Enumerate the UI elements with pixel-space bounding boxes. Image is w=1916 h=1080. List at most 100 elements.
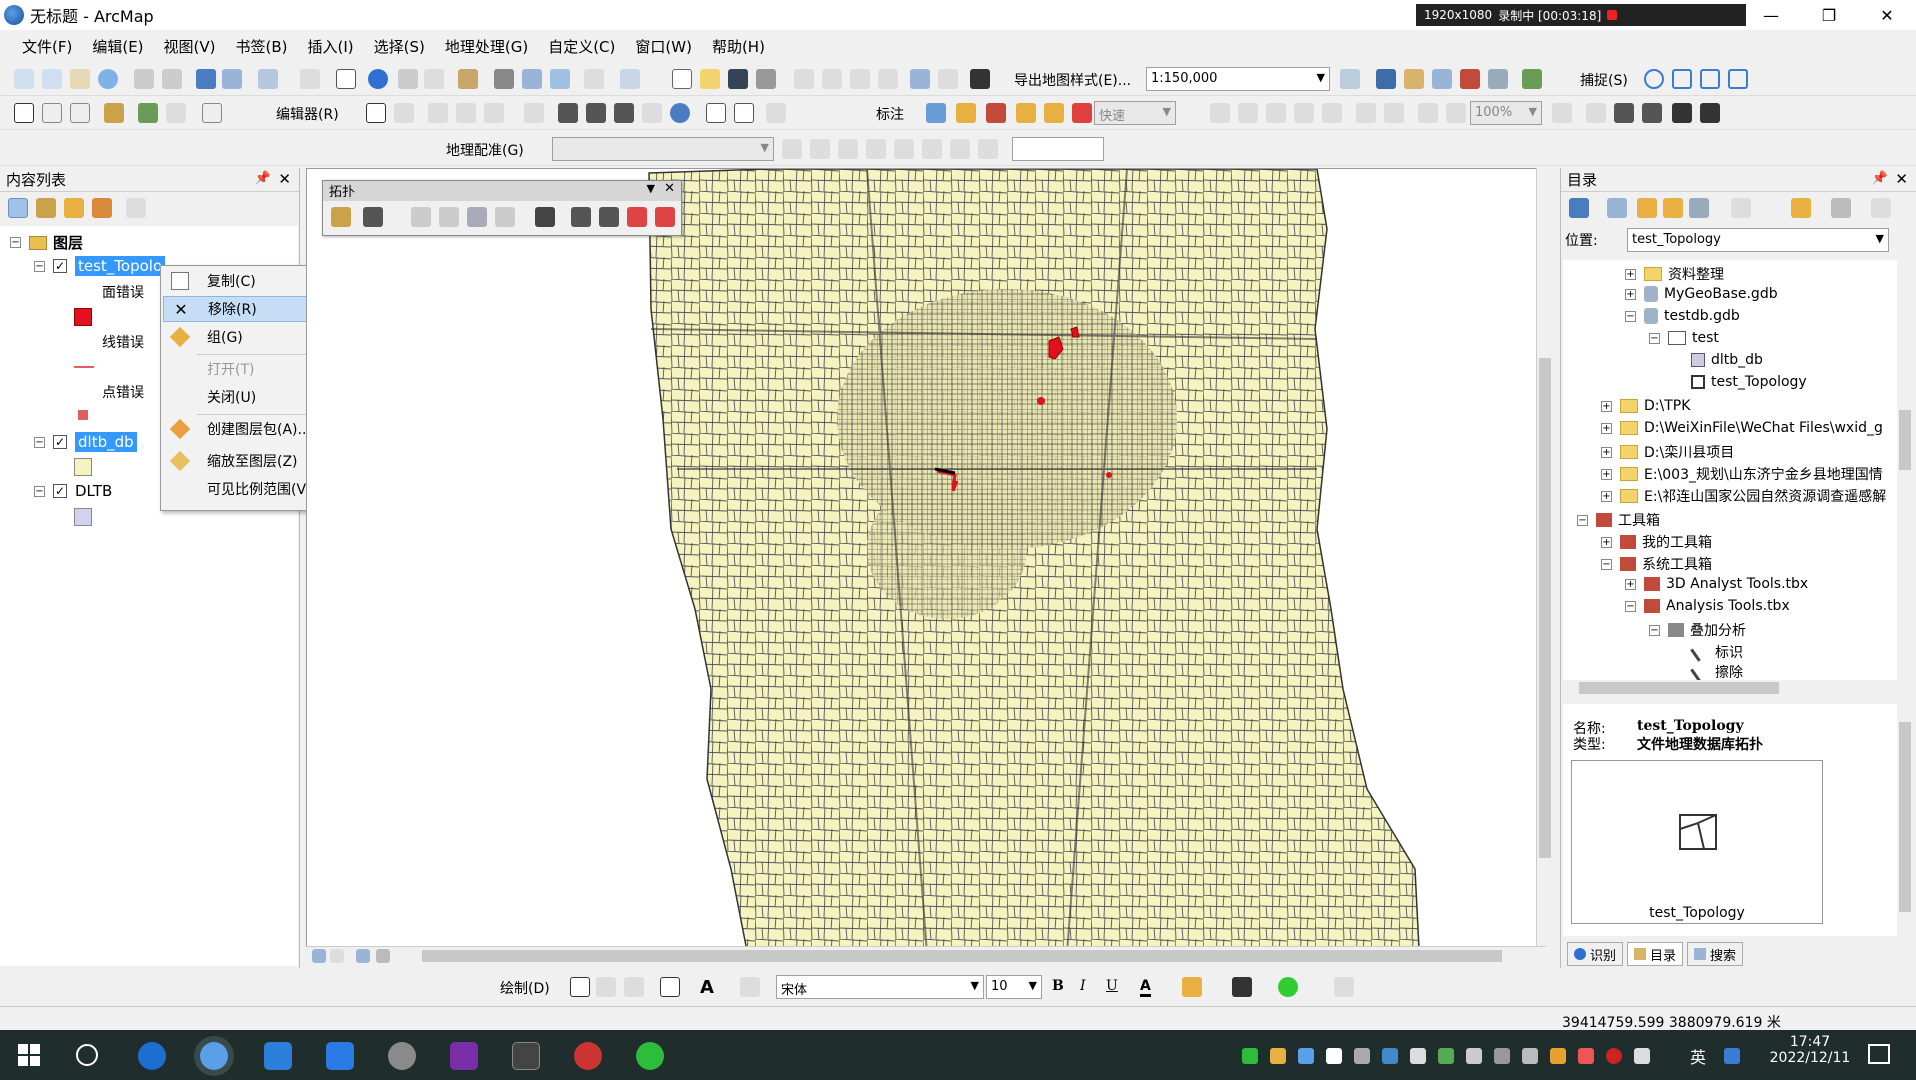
align-edge-icon[interactable] bbox=[495, 207, 515, 227]
topology-error-point[interactable] bbox=[1106, 472, 1112, 478]
find-route-icon[interactable] bbox=[522, 69, 542, 89]
record-tray-icon[interactable] bbox=[1606, 1048, 1622, 1064]
location-combo[interactable]: test_Topology ▼ bbox=[1627, 228, 1889, 252]
identify-icon[interactable] bbox=[368, 69, 388, 89]
catalog-node[interactable]: 标识 bbox=[1690, 642, 1743, 662]
microphone-icon[interactable] bbox=[1634, 1048, 1650, 1064]
collapse-icon[interactable]: − bbox=[34, 260, 45, 272]
close-icon[interactable]: ✕ bbox=[664, 181, 675, 196]
layer-dltb-db[interactable]: − ✓ dltb_db bbox=[34, 432, 137, 452]
fit-to-display-icon[interactable] bbox=[950, 139, 970, 159]
font-color-button[interactable]: A bbox=[1140, 978, 1151, 997]
volume-icon[interactable] bbox=[1466, 1048, 1482, 1064]
georeference-icon[interactable] bbox=[138, 103, 158, 123]
close-icon[interactable]: ✕ bbox=[278, 170, 291, 188]
cut-icon[interactable] bbox=[794, 69, 814, 89]
wechat-tray-icon[interactable] bbox=[1242, 1048, 1258, 1064]
edge-snap-icon[interactable] bbox=[1728, 69, 1748, 89]
georeferencing-menu[interactable]: 地理配准(G) bbox=[446, 140, 524, 160]
underline-button[interactable]: U bbox=[1106, 978, 1118, 994]
rotate-element-icon[interactable] bbox=[596, 977, 616, 997]
link-table-icon[interactable] bbox=[922, 139, 942, 159]
map-topology-icon[interactable] bbox=[331, 207, 351, 227]
tab-search[interactable]: 搜索 bbox=[1687, 942, 1744, 966]
forward-icon[interactable] bbox=[1607, 198, 1627, 218]
close-button[interactable]: ✕ bbox=[1858, 0, 1916, 30]
ime-indicator[interactable]: 英 bbox=[1690, 1044, 1706, 1068]
battery-tray-icon[interactable] bbox=[1410, 1048, 1426, 1064]
error-inspector-icon[interactable] bbox=[655, 207, 675, 227]
arcmap-taskbar-icon[interactable] bbox=[200, 1042, 228, 1070]
back-icon[interactable] bbox=[196, 69, 216, 89]
catalog-node[interactable]: test_Topology bbox=[1691, 374, 1807, 390]
catalog-node[interactable]: − test bbox=[1649, 330, 1719, 346]
georef-value-input[interactable] bbox=[1012, 137, 1104, 161]
catalog-node[interactable]: − 叠加分析 bbox=[1649, 620, 1746, 640]
layer-dltb[interactable]: − ✓ DLTB bbox=[34, 482, 112, 500]
layout-zoom-combo[interactable]: 100% ▼ bbox=[1470, 101, 1542, 125]
home-icon[interactable] bbox=[1663, 198, 1683, 218]
scrollbar-thumb[interactable] bbox=[1899, 410, 1911, 470]
select-arrow-icon[interactable] bbox=[14, 103, 34, 123]
toggle-draft-icon[interactable] bbox=[1552, 103, 1572, 123]
scrollbar-thumb[interactable] bbox=[1579, 682, 1779, 694]
collapse-icon[interactable]: − bbox=[1625, 310, 1636, 322]
delete-icon[interactable] bbox=[878, 69, 898, 89]
add-data-icon[interactable] bbox=[970, 69, 990, 89]
endpoint-arc-icon[interactable] bbox=[456, 103, 476, 123]
pan-page-icon[interactable] bbox=[1266, 103, 1286, 123]
catalog-node[interactable]: + D:\栾川县项目 bbox=[1601, 442, 1734, 462]
editor-menu[interactable]: 编辑器(R) bbox=[276, 104, 339, 124]
menu-customize[interactable]: 自定义(C) bbox=[538, 36, 625, 57]
sketch-icon[interactable] bbox=[104, 103, 124, 123]
mail-icon[interactable] bbox=[326, 1042, 354, 1070]
folder-tray-icon[interactable] bbox=[1270, 1048, 1286, 1064]
catalog-node[interactable]: + MyGeoBase.gdb bbox=[1625, 286, 1778, 302]
open-icon[interactable] bbox=[700, 69, 720, 89]
goto-xy-icon[interactable] bbox=[550, 69, 570, 89]
zoom-out-icon[interactable] bbox=[42, 69, 62, 89]
toggle-tree-icon[interactable] bbox=[1831, 198, 1851, 218]
find-icon[interactable] bbox=[494, 69, 514, 89]
redo-icon[interactable] bbox=[938, 69, 958, 89]
clock[interactable]: 17:47 2022/12/11 bbox=[1760, 1034, 1860, 1066]
bold-button[interactable]: B bbox=[1052, 978, 1064, 994]
validate-topology-icon[interactable] bbox=[535, 207, 555, 227]
data-view-icon[interactable] bbox=[312, 949, 326, 963]
catalog-node[interactable]: dltb_db bbox=[1691, 352, 1763, 368]
italic-button[interactable]: I bbox=[1080, 978, 1086, 994]
map-canvas[interactable] bbox=[307, 169, 1546, 948]
planarize-icon[interactable] bbox=[467, 207, 487, 227]
arctoolbox-icon[interactable] bbox=[1460, 69, 1480, 89]
lock-labels-icon[interactable] bbox=[1016, 103, 1036, 123]
poly-error-swatch[interactable] bbox=[74, 308, 92, 326]
layout-icon[interactable] bbox=[166, 103, 186, 123]
topology-error-point[interactable] bbox=[1037, 397, 1045, 405]
catalog-node[interactable]: + E:\003_规划\山东济宁金乡县地理国情 bbox=[1601, 464, 1883, 484]
view-link-table-icon[interactable] bbox=[894, 139, 914, 159]
catalog-node[interactable]: 擦除 bbox=[1690, 662, 1743, 680]
shadow-icon[interactable] bbox=[1334, 977, 1354, 997]
topology-toolbar-header[interactable]: 拓扑 ▼ ✕ bbox=[323, 181, 681, 201]
save-icon[interactable] bbox=[728, 69, 748, 89]
collapse-icon[interactable]: − bbox=[1577, 514, 1588, 526]
measure-tool-icon[interactable] bbox=[202, 103, 222, 123]
edit-tool-icon[interactable] bbox=[366, 103, 386, 123]
view-options-icon[interactable] bbox=[1731, 198, 1751, 218]
collapse-icon[interactable]: − bbox=[34, 485, 45, 497]
catalog-node[interactable]: + 我的工具箱 bbox=[1601, 532, 1712, 552]
zoom-whole-page-icon[interactable] bbox=[1294, 103, 1314, 123]
zoom-page-out-icon[interactable] bbox=[1238, 103, 1258, 123]
catalog-node[interactable]: +3D Analyst Tools.tbx bbox=[1625, 576, 1808, 592]
catalog-node[interactable]: − testdb.gdb bbox=[1625, 308, 1740, 324]
create-viewer-icon[interactable] bbox=[620, 69, 640, 89]
refresh-icon[interactable] bbox=[356, 949, 370, 963]
options-icon[interactable] bbox=[1871, 198, 1891, 218]
sketch-properties-icon[interactable] bbox=[734, 103, 754, 123]
edit-vertices-draw-icon[interactable] bbox=[740, 977, 760, 997]
connect-folder-icon[interactable] bbox=[1791, 198, 1811, 218]
wechat-icon[interactable] bbox=[636, 1042, 664, 1070]
menu-insert[interactable]: 插入(I) bbox=[298, 36, 364, 57]
attributes-icon[interactable] bbox=[706, 103, 726, 123]
catalog-node[interactable]: + D:\TPK bbox=[1601, 398, 1690, 414]
